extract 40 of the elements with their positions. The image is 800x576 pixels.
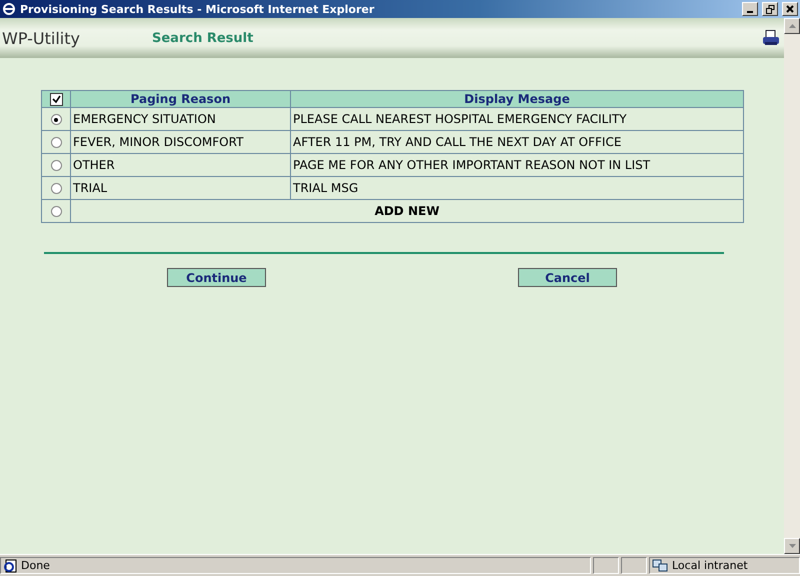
minimize-button[interactable]: [742, 2, 758, 16]
scrollbar[interactable]: [784, 18, 800, 554]
radio-button[interactable]: [50, 183, 62, 194]
radio-button[interactable]: [50, 206, 62, 218]
table-cell: TRIAL MSG: [290, 176, 744, 200]
down-arrow-icon: [788, 544, 796, 548]
table-cell: AFTER 11 PM, TRY AND CALL THE NEXT DAY AT OFFICE: [290, 130, 744, 154]
status-pane: [593, 557, 619, 574]
scroll-up-button[interactable]: [784, 18, 800, 34]
radio-button[interactable]: [50, 137, 62, 148]
table-cell: TRIAL: [70, 176, 290, 200]
table-cell: PLEASE CALL NEAREST HOSPITAL EMERGENCY FACILITY: [290, 108, 744, 130]
add-new-cell: ADD NEW: [70, 200, 744, 222]
up-arrow-icon: [788, 24, 796, 28]
browser-icon: [2, 2, 16, 16]
status-pane: [621, 557, 647, 574]
page-icon: [3, 558, 17, 572]
window-title: Provisioning Search Results - Microsoft Internet Explorer: [20, 2, 376, 16]
table-cell: OTHER: [70, 154, 290, 176]
restore-button[interactable]: [762, 2, 778, 16]
continue-button[interactable]: Continue: [167, 268, 266, 287]
scroll-down-button[interactable]: [784, 538, 800, 554]
column-header: Paging Reason: [70, 90, 290, 108]
restore-icon: [766, 4, 774, 14]
radio-button[interactable]: [50, 114, 62, 126]
radio-button[interactable]: [50, 160, 62, 172]
table-cell: PAGE ME FOR ANY OTHER IMPORTANT REASON NOT IN LIST: [290, 154, 744, 176]
page-title: Search Result: [152, 30, 254, 46]
table-cell: FEVER, MINOR DISCOMFORT: [70, 130, 290, 154]
app-name: WP-Utility: [2, 28, 81, 48]
status-text: Done: [21, 559, 50, 572]
table-cell: EMERGENCY SITUATION: [70, 108, 290, 130]
zone-text: Local intranet: [672, 559, 748, 572]
column-header: Display Mesage: [290, 90, 744, 108]
select-all-checkbox[interactable]: [50, 93, 62, 106]
close-button[interactable]: [782, 2, 798, 16]
cancel-button[interactable]: Cancel: [518, 268, 617, 287]
intranet-icon: [652, 558, 668, 572]
close-icon: [786, 5, 794, 13]
printer-icon[interactable]: [762, 30, 780, 46]
